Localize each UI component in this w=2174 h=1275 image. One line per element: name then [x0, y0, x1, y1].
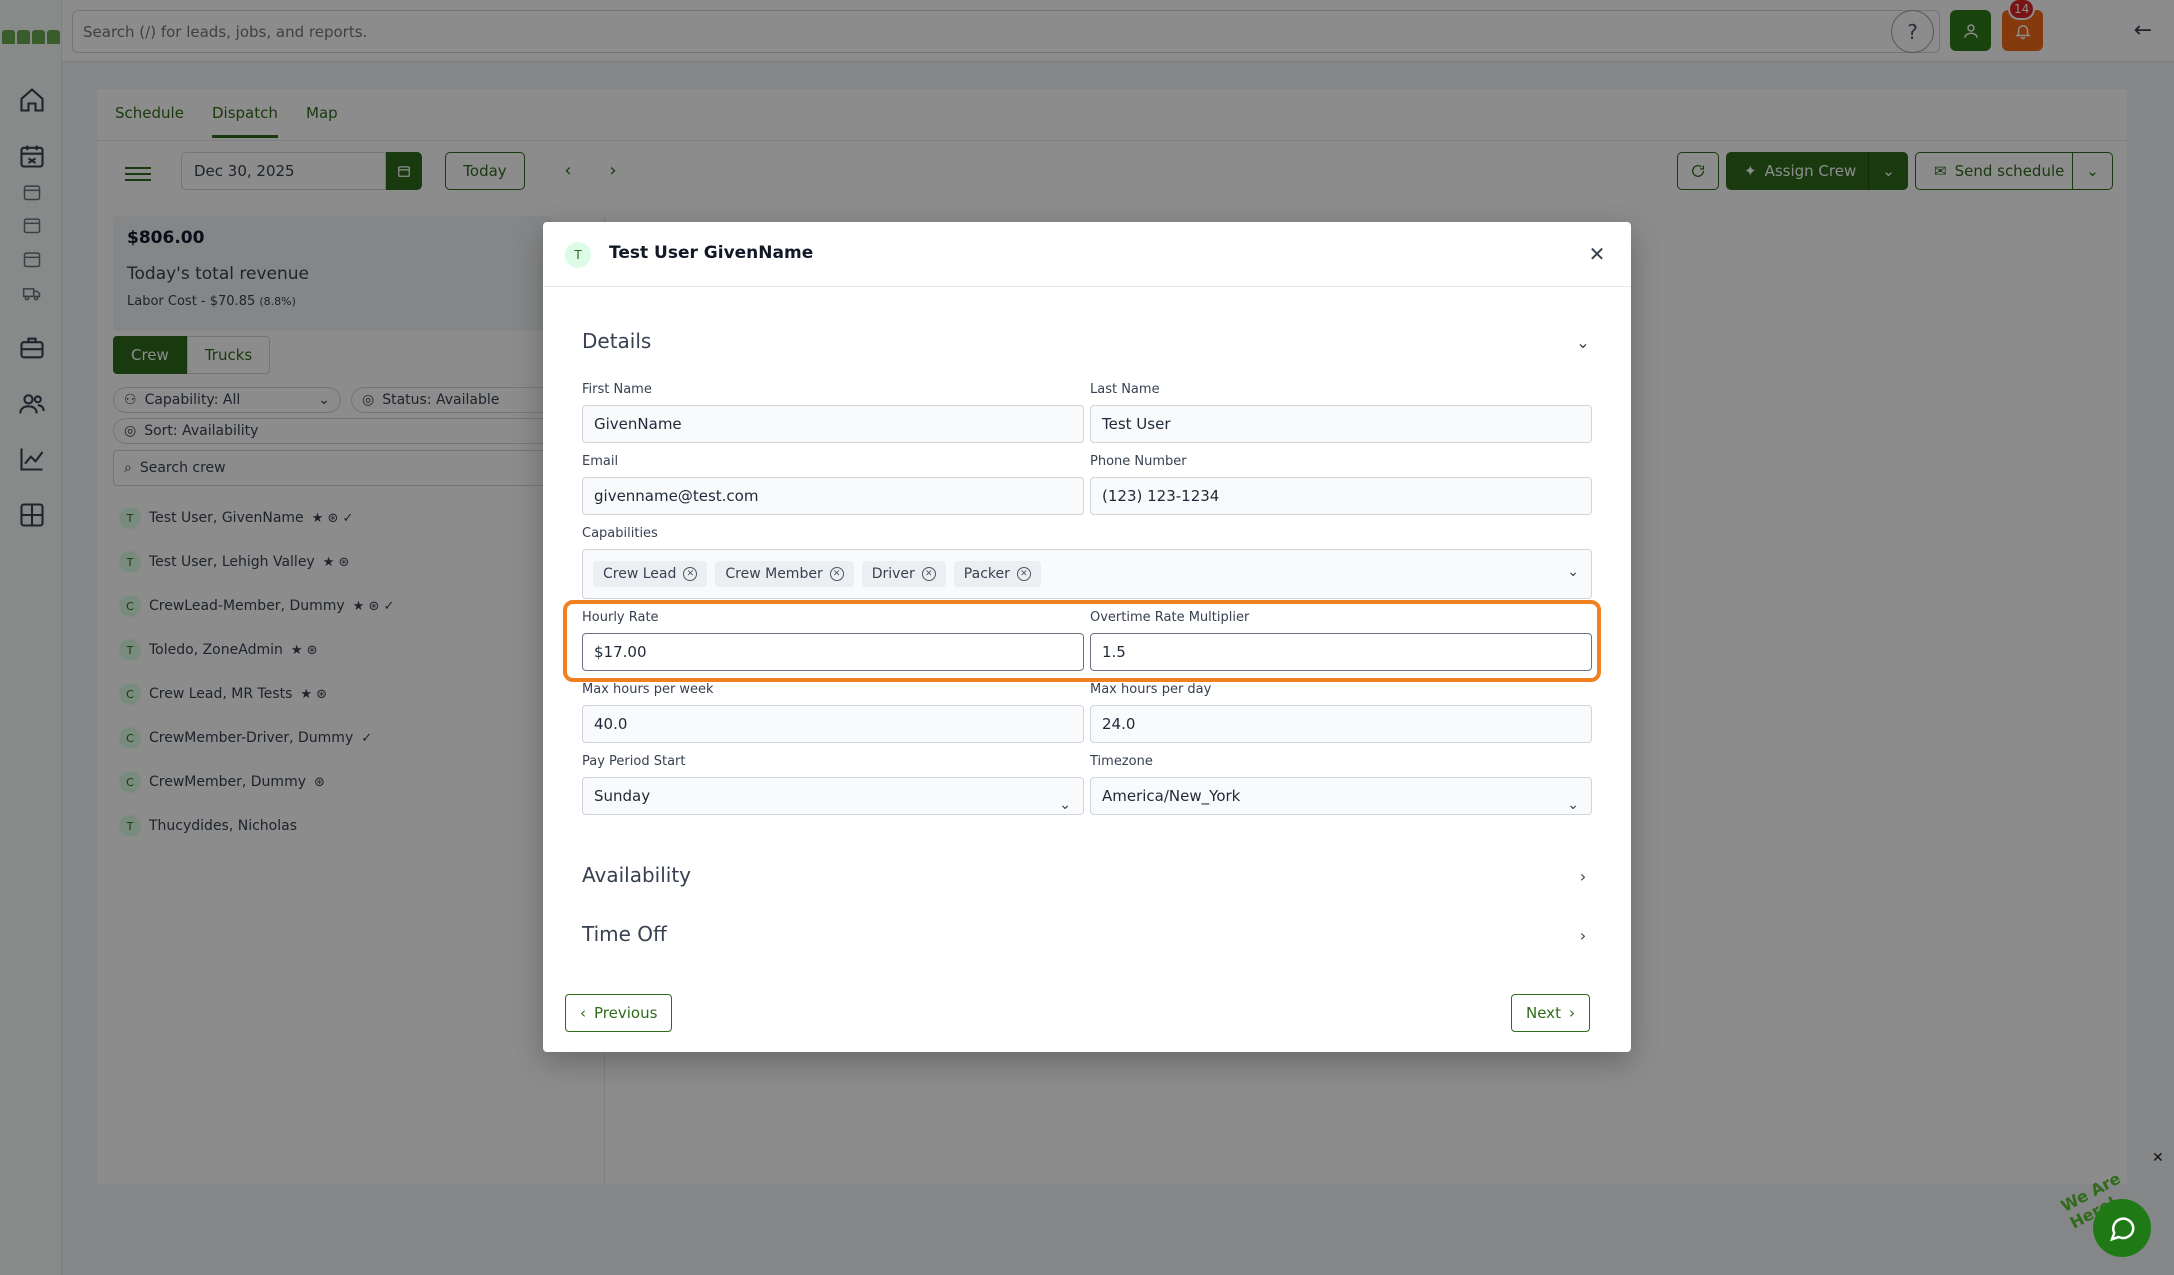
chevron-down-icon[interactable]: ⌄: [1573, 332, 1593, 352]
crew-member-modal: T Test User GivenName ✕ Details ⌄ First …: [543, 222, 1631, 1052]
hourly-rate-field[interactable]: $17.00: [582, 633, 1084, 671]
capability-chip: Crew Lead ✕: [593, 561, 708, 587]
capabilities-label: Capabilities: [582, 526, 658, 541]
remove-chip-icon[interactable]: ✕: [683, 567, 698, 581]
avatar: T: [565, 242, 591, 268]
max-hours-week-field[interactable]: 40.0: [582, 705, 1084, 743]
timezone-label: Timezone: [1090, 754, 1153, 769]
next-label: Next: [1526, 1004, 1561, 1022]
chat-bubble-icon: [2109, 1217, 2135, 1242]
capability-chip: Driver ✕: [861, 561, 946, 587]
availability-section-title[interactable]: Availability: [582, 863, 691, 887]
previous-button[interactable]: ‹ Previous: [565, 994, 673, 1032]
capability-chip: Packer ✕: [953, 561, 1041, 587]
phone-label: Phone Number: [1090, 454, 1187, 469]
capability-chip: Crew Member ✕: [715, 561, 854, 587]
remove-chip-icon[interactable]: ✕: [1016, 567, 1031, 581]
chevron-right-icon: ›: [1568, 1004, 1575, 1022]
previous-label: Previous: [594, 1004, 658, 1022]
modal-header: T Test User GivenName ✕: [543, 222, 1631, 287]
first-name-label: First Name: [582, 382, 652, 397]
capability-chip-label: Driver: [871, 566, 915, 582]
modal-title: Test User GivenName: [609, 243, 814, 263]
first-name-field[interactable]: GivenName: [582, 405, 1084, 443]
next-button[interactable]: Next ›: [1511, 994, 1590, 1032]
chevron-left-icon: ‹: [580, 1004, 586, 1022]
timezone-value: America/New_York: [1102, 787, 1241, 805]
email-label: Email: [582, 454, 619, 469]
last-name-label: Last Name: [1090, 382, 1160, 397]
email-field[interactable]: givenname@test.com: [582, 477, 1084, 515]
chevron-right-icon[interactable]: ›: [1573, 925, 1593, 945]
max-hours-day-label: Max hours per day: [1090, 682, 1212, 697]
remove-chip-icon[interactable]: ✕: [829, 567, 844, 581]
max-hours-day-field[interactable]: 24.0: [1090, 705, 1592, 743]
capability-chip-label: Crew Lead: [603, 566, 677, 582]
last-name-field[interactable]: Test User: [1090, 405, 1592, 443]
pay-period-label: Pay Period Start: [582, 754, 686, 769]
chat-launcher-button[interactable]: [2093, 1199, 2151, 1257]
phone-field[interactable]: (123) 123-1234: [1090, 477, 1592, 515]
close-icon[interactable]: ✕: [1585, 242, 1609, 266]
capability-chip-label: Packer: [963, 566, 1010, 582]
pay-period-value: Sunday: [594, 787, 651, 805]
overtime-multiplier-label: Overtime Rate Multiplier: [1090, 610, 1250, 625]
pay-period-select[interactable]: Sunday ⌄: [582, 777, 1084, 815]
chat-close-icon[interactable]: ✕: [2152, 1150, 2164, 1166]
remove-chip-icon[interactable]: ✕: [921, 567, 936, 581]
details-section-title[interactable]: Details: [582, 329, 651, 353]
capabilities-select[interactable]: Crew Lead ✕ Crew Member ✕ Driver ✕ Packer ✕ …: [582, 549, 1592, 599]
capability-chip-label: Crew Member: [725, 566, 823, 582]
timezone-select[interactable]: America/New_York ⌄: [1090, 777, 1592, 815]
max-hours-week-label: Max hours per week: [582, 682, 714, 697]
chevron-down-icon: ⌄: [1567, 797, 1579, 813]
time-off-section-title[interactable]: Time Off: [582, 922, 667, 946]
chevron-right-icon[interactable]: ›: [1573, 866, 1593, 886]
chevron-down-icon[interactable]: ⌄: [1567, 564, 1579, 580]
hourly-rate-label: Hourly Rate: [582, 610, 659, 625]
overtime-multiplier-field[interactable]: 1.5: [1090, 633, 1592, 671]
chevron-down-icon: ⌄: [1059, 797, 1071, 813]
